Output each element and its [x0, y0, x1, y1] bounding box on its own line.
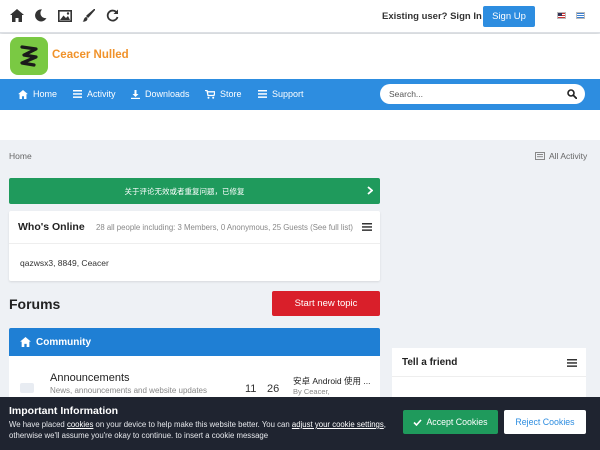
start-new-topic-button[interactable]: Start new topic [272, 291, 380, 316]
site-logo[interactable] [10, 37, 48, 75]
announcement-bar[interactable]: 关于评论无效或者重复问题，已修复 [9, 178, 380, 204]
rss-list-icon [535, 152, 545, 160]
sign-in-link[interactable]: Existing user? Sign In [382, 11, 491, 22]
moon-icon[interactable] [33, 8, 48, 23]
nav-item-downloads[interactable]: Downloads [131, 89, 190, 99]
divider [392, 376, 586, 377]
nav-item-label: Home [33, 89, 58, 99]
top-utility-bar: Existing user? Sign In Sign Up [0, 0, 600, 33]
category-label: Community [36, 337, 91, 348]
nav-item-label: Activity [87, 89, 116, 99]
nav-item-label: Store [220, 89, 242, 99]
brush-icon[interactable] [81, 8, 96, 23]
last-post-author[interactable]: By Ceacer, [293, 387, 330, 396]
chevron-right-icon [367, 186, 374, 198]
subnav-spacer [0, 110, 600, 140]
accept-cookies-button[interactable]: Accept Cookies [403, 410, 498, 434]
site-name[interactable]: Ceacer Nulled [52, 49, 129, 61]
cookies-link[interactable]: cookies [67, 420, 93, 429]
all-activity-label: All Activity [549, 151, 588, 161]
widget-title: Tell a friend [402, 357, 458, 368]
page-title: Forums [9, 296, 61, 312]
menu-icon[interactable] [567, 358, 577, 370]
whos-online-count[interactable]: 28 all people including: 3 Members, 0 An… [96, 223, 353, 232]
cart-icon [205, 89, 215, 99]
breadcrumb-home[interactable]: Home [9, 151, 32, 161]
sign-up-button[interactable]: Sign Up [483, 6, 535, 27]
online-users-list[interactable]: qazwsx3, 8849, Ceacer [20, 258, 109, 268]
category-header-community[interactable]: Community [9, 328, 380, 356]
nav-item-label: Support [272, 89, 304, 99]
forum-title[interactable]: Announcements [50, 372, 130, 384]
cookie-text-part: We have placed [9, 420, 67, 429]
all-activity-link[interactable]: All Activity [535, 151, 587, 161]
nav-item-activity[interactable]: Activity [73, 89, 116, 99]
forum-icon [20, 383, 34, 393]
whos-online-card: Who's Online 28 all people including: 3 … [9, 211, 380, 281]
refresh-icon[interactable] [105, 8, 120, 23]
us-flag-icon[interactable] [557, 12, 566, 19]
breadcrumb[interactable]: Home [9, 151, 32, 161]
download-icon [131, 89, 140, 99]
accept-cookies-label: Accept Cookies [426, 417, 488, 427]
announcement-text: 关于评论无效或者重复问题，已修复 [124, 187, 245, 196]
main-navigation: Home Activity Downloads Store Support [0, 79, 600, 110]
check-icon [413, 418, 423, 426]
list-icon [73, 90, 82, 98]
sign-in-label: Existing user? Sign In [382, 11, 482, 22]
forum-post-count: 26 [267, 383, 280, 395]
search-icon[interactable] [567, 89, 578, 102]
greek-flag-icon[interactable] [576, 12, 585, 19]
home-icon [18, 89, 28, 99]
cookie-text-part: on your device to help make this website… [93, 420, 292, 429]
reject-cookies-button[interactable]: Reject Cookies [504, 410, 586, 434]
image-icon[interactable] [57, 8, 72, 23]
whos-online-title: Who's Online [18, 221, 85, 233]
cookie-title: Important Information [9, 405, 119, 417]
search-box [380, 84, 585, 104]
nav-item-label: Downloads [145, 89, 190, 99]
forum-topic-count: 11 [245, 383, 257, 395]
cookie-settings-link[interactable]: adjust your cookie settings [292, 420, 384, 429]
search-input[interactable] [389, 88, 559, 100]
menu-icon[interactable] [362, 222, 372, 234]
nav-item-support[interactable]: Support [258, 89, 304, 99]
nav-item-store[interactable]: Store [205, 89, 242, 99]
divider [9, 243, 380, 244]
home-icon[interactable] [9, 8, 24, 23]
header-edge [588, 34, 600, 79]
site-header: Ceacer Nulled [0, 34, 600, 79]
last-post-title[interactable]: 安卓 Android 使用 ... [293, 375, 370, 387]
home-icon [20, 337, 31, 350]
cookie-message: We have placed cookies on your device to… [9, 419, 389, 441]
list-icon [258, 90, 267, 98]
nav-item-home[interactable]: Home [18, 89, 57, 99]
forum-description: News, announcements and website updates [50, 386, 207, 395]
forum-row[interactable]: Announcements News, announcements and we… [9, 356, 380, 401]
theme-icons [9, 8, 120, 23]
